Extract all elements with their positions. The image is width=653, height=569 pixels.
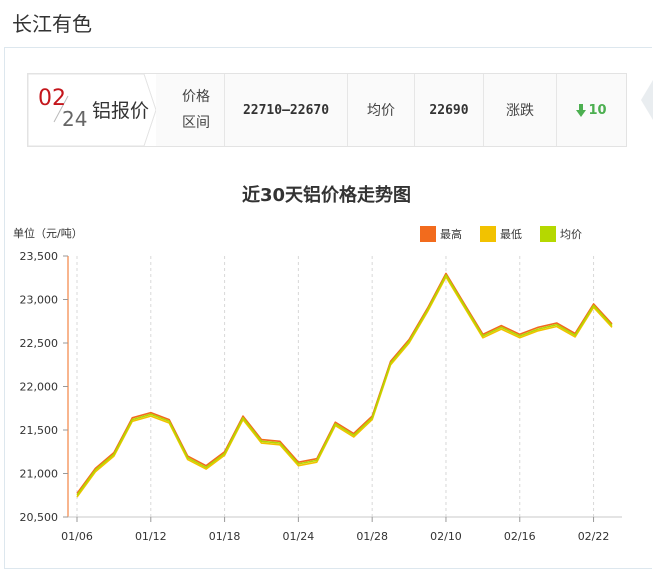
series-line-high [76, 272, 613, 494]
series-line-avg [76, 274, 613, 496]
y-tick-label: 22,500 [20, 337, 59, 350]
x-tick-label: 02/10 [430, 530, 462, 543]
y-tick-label: 22,000 [20, 381, 59, 394]
y-tick-label: 21,000 [20, 468, 59, 481]
y-tick-label: 23,000 [20, 294, 59, 307]
y-tick-label: 23,500 [20, 250, 59, 263]
y-tick-label: 20,500 [20, 511, 59, 524]
price-trend-chart: 20,500 21,000 21,500 22,000 22,500 23,000 23,5… [20, 250, 622, 543]
y-tick-label: 21,500 [20, 424, 59, 437]
x-tick-label: 02/16 [504, 530, 536, 543]
series-line-low [76, 276, 613, 498]
x-tick-label: 01/28 [356, 530, 388, 543]
x-tick-label: 01/18 [209, 530, 241, 543]
x-tick-label: 01/24 [283, 530, 315, 543]
x-tick-label: 01/12 [135, 530, 167, 543]
x-tick-label: 01/06 [61, 530, 93, 543]
x-tick-label: 02/22 [578, 530, 610, 543]
